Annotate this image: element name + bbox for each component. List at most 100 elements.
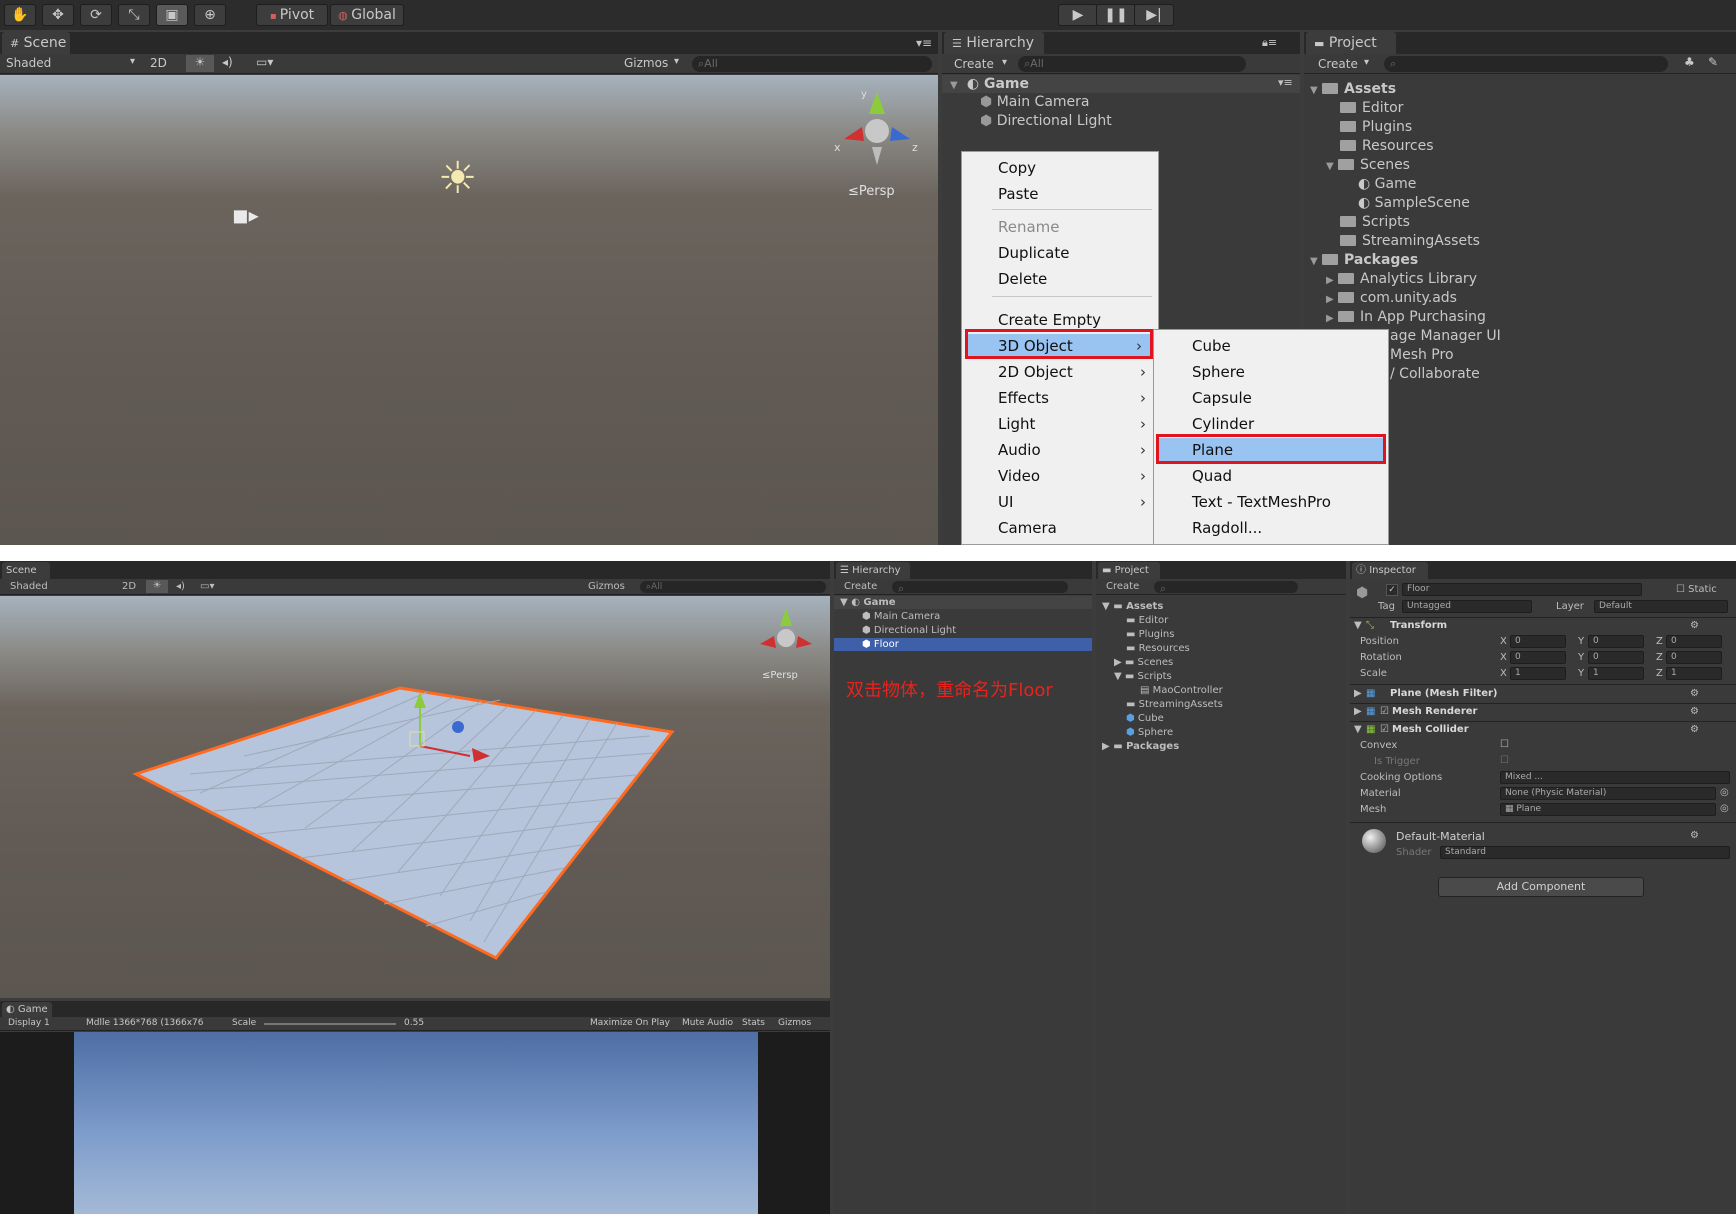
rotation-z-field[interactable]: 0 (1666, 651, 1722, 664)
scene-options-icon[interactable]: ▾≡ (1278, 76, 1293, 89)
hand-tool-button[interactable]: ✋ (4, 4, 36, 26)
light-icon[interactable]: ☀ (438, 157, 477, 201)
package-manager-ui[interactable]: age Manager UI (1390, 328, 1501, 344)
global-button[interactable]: ◍ Global (330, 4, 404, 26)
mesh-renderer-header[interactable]: Mesh Renderer (1392, 706, 1477, 722)
effects-toggle[interactable]: ▭▾ (256, 55, 273, 69)
move-tool-button[interactable]: ✥ (42, 4, 74, 26)
collapse-arrow-icon[interactable]: ▶ (1326, 294, 1338, 305)
scene-search-input[interactable]: ⌕All (640, 581, 826, 593)
menu-item-2d-object[interactable]: 2D Object › (962, 360, 1158, 384)
hierarchy-item-directional-light[interactable]: ⬢ Directional Light (862, 625, 956, 636)
script-maocontroller[interactable]: ▤ MaoController (1140, 685, 1223, 696)
folder-scripts[interactable]: ▼ ▬ Scripts (1114, 671, 1172, 682)
layer-dropdown[interactable]: Default (1594, 600, 1728, 613)
lighting-toggle[interactable]: ☀ (146, 580, 168, 593)
persp-label[interactable]: ≤Persp (762, 670, 798, 681)
submenu-item-text-textmeshpro[interactable]: Text - TextMeshPro (1154, 490, 1388, 514)
scene-file-samplescene[interactable]: ◐ SampleScene (1358, 195, 1470, 211)
expand-arrow-icon[interactable]: ▼ (1354, 620, 1362, 631)
scale-tool-button[interactable]: ⤡ (118, 4, 150, 26)
folder-plugins[interactable]: ▬ Plugins (1126, 629, 1174, 640)
expand-arrow-icon[interactable]: ▼ (1114, 671, 1122, 682)
folder-plugins[interactable]: Plugins (1340, 119, 1412, 135)
add-component-button[interactable]: Add Component (1438, 877, 1644, 897)
hierarchy-item-floor[interactable]: ⬢ Floor (862, 639, 899, 650)
orientation-gizmo[interactable] (752, 604, 822, 668)
collapse-arrow-icon[interactable]: ▶ (1354, 688, 1362, 699)
renderer-enabled-checkbox[interactable]: ☑ (1380, 706, 1389, 717)
folder-streamingassets[interactable]: ▬ StreamingAssets (1126, 699, 1223, 710)
menu-item-light[interactable]: Light › (962, 412, 1158, 436)
audio-toggle[interactable]: ◂) (222, 55, 233, 69)
tab-hierarchy[interactable]: ☰ Hierarchy (944, 32, 1044, 54)
expand-arrow-icon[interactable]: ▼ (1326, 161, 1338, 172)
gizmo-center[interactable] (777, 629, 795, 647)
hierarchy-create-dropdown[interactable]: Create (954, 57, 994, 71)
position-y-field[interactable]: 0 (1588, 635, 1644, 648)
project-create-dropdown[interactable]: Create (1318, 57, 1358, 71)
step-button[interactable]: ▶| (1134, 4, 1174, 26)
folder-scenes[interactable]: ▶ ▬ Scenes (1114, 657, 1173, 668)
shading-dropdown[interactable]: Shaded (10, 581, 48, 592)
menu-item-effects[interactable]: Effects › (962, 386, 1158, 410)
game-view-render[interactable] (74, 1032, 758, 1214)
folder-assets[interactable]: ▼ ▬ Assets (1102, 601, 1163, 612)
project-search-input[interactable]: ⌕ (1384, 56, 1668, 72)
folder-resources[interactable]: Resources (1340, 138, 1434, 154)
game-gizmos-dropdown[interactable]: Gizmos (778, 1018, 811, 1028)
component-settings-icon[interactable]: ⚙ (1690, 688, 1699, 699)
gizmos-dropdown[interactable]: Gizmos (624, 56, 668, 70)
tab-scene[interactable]: # Scene (2, 32, 70, 54)
mute-audio-toggle[interactable]: Mute Audio (682, 1018, 733, 1028)
z-axis-cone[interactable] (796, 636, 812, 648)
rotation-x-field[interactable]: 0 (1510, 651, 1566, 664)
submenu-item-quad[interactable]: Quad (1154, 464, 1388, 488)
mesh-collider-header[interactable]: Mesh Collider (1392, 724, 1469, 740)
rotate-tool-button[interactable]: ⟳ (80, 4, 112, 26)
package-iap[interactable]: ▶ In App Purchasing (1326, 309, 1486, 325)
menu-item-copy[interactable]: Copy (962, 156, 1158, 180)
expand-arrow-icon[interactable]: ▼ (950, 80, 962, 91)
audio-toggle[interactable]: ◂) (176, 581, 185, 592)
floor-plane[interactable] (132, 686, 675, 960)
scale-y-field[interactable]: 1 (1588, 667, 1644, 680)
scale-z-field[interactable]: 1 (1666, 667, 1722, 680)
scene-viewport[interactable]: ≤Persp (0, 596, 830, 998)
prefab-sphere[interactable]: ⬢ Sphere (1126, 727, 1173, 738)
folder-scripts[interactable]: Scripts (1340, 214, 1410, 230)
menu-item-paste[interactable]: Paste (962, 182, 1158, 206)
hierarchy-search-input[interactable]: ⌕ (892, 581, 1068, 595)
folder-assets[interactable]: ▼ Assets (1310, 81, 1396, 97)
folder-resources[interactable]: ▬ Resources (1126, 643, 1190, 654)
pivot-button[interactable]: ▪ Pivot (256, 4, 328, 26)
static-toggle[interactable]: ☐ Static (1676, 584, 1717, 595)
folder-streamingassets[interactable]: StreamingAssets (1340, 233, 1480, 249)
hierarchy-item-main-camera[interactable]: ⬢ Main Camera (862, 611, 940, 622)
submenu-item-ragdoll[interactable]: Ragdoll... (1154, 516, 1388, 540)
submenu-item-cube[interactable]: Cube (1154, 334, 1388, 358)
collider-enabled-checkbox[interactable]: ☑ (1380, 724, 1389, 735)
plane-view[interactable] (0, 596, 830, 998)
scene-viewport[interactable]: ☀ ◼▸ y x z ≤Persp (0, 75, 938, 545)
object-name-field[interactable]: Floor (1402, 583, 1642, 596)
hierarchy-search-input[interactable]: ⌕All (1018, 56, 1246, 72)
component-settings-icon[interactable]: ⚙ (1690, 724, 1699, 735)
y-axis-cone[interactable] (869, 92, 885, 114)
2d-toggle[interactable]: 2D (150, 56, 167, 70)
tag-dropdown[interactable]: Untagged (1402, 600, 1532, 613)
menu-item-delete[interactable]: Delete (962, 267, 1158, 291)
tab-project[interactable]: ▬ Project (1098, 562, 1160, 579)
submenu-item-capsule[interactable]: Capsule (1154, 386, 1388, 410)
collapse-arrow-icon[interactable]: ▶ (1114, 657, 1122, 668)
cooking-options-dropdown[interactable]: Mixed ... (1500, 771, 1730, 784)
prefab-cube[interactable]: ⬢ Cube (1126, 713, 1164, 724)
collapse-arrow-icon[interactable]: ▶ (1354, 706, 1362, 717)
pause-button[interactable]: ❚❚ (1096, 4, 1136, 26)
rotation-y-field[interactable]: 0 (1588, 651, 1644, 664)
mesh-field[interactable]: ▦ Plane (1500, 803, 1716, 816)
persp-label[interactable]: ≤Persp (848, 184, 895, 199)
tab-hierarchy[interactable]: ☰ Hierarchy (836, 562, 910, 579)
panel-menu-icon[interactable]: ▾≡ (916, 36, 932, 50)
package-textmeshpro[interactable]: Mesh Pro (1390, 347, 1454, 363)
